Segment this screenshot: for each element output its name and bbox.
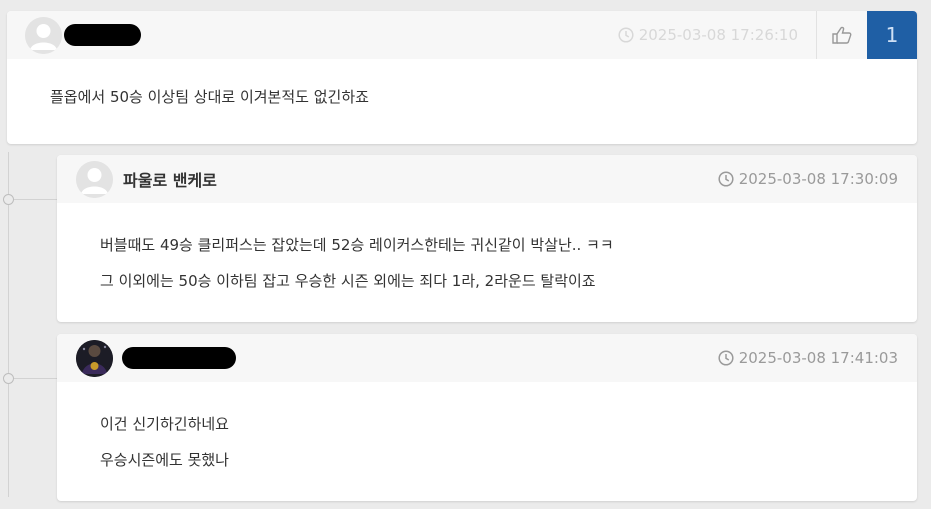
comment-timestamp: 2025-03-08 17:26:10 [618, 11, 798, 59]
user-avatar-icon[interactable] [25, 16, 62, 54]
thread-node [3, 194, 14, 205]
thumbs-up-icon [832, 26, 852, 44]
comment-line: 이건 신기하긴하네요 [100, 415, 229, 433]
comment-thread: 2025-03-08 17:26:10 1 플옵에서 50승 이상팀 상대로 이… [0, 0, 931, 509]
user-avatar-icon[interactable] [76, 160, 113, 198]
comment-header: 2025-03-08 17:41:03 [57, 334, 917, 382]
thread-branch [14, 199, 57, 200]
thread-node [3, 373, 14, 384]
comment-body: 플옵에서 50승 이상팀 상대로 이겨본적도 없긴하죠 [7, 59, 917, 115]
comment-timestamp: 2025-03-08 17:41:03 [718, 334, 898, 382]
comment-header: 파울로 밴케로 2025-03-08 17:30:09 [57, 155, 917, 203]
timestamp-text: 2025-03-08 17:30:09 [738, 170, 898, 188]
comment-header: 2025-03-08 17:26:10 1 [7, 11, 917, 59]
user-avatar-icon[interactable] [76, 339, 113, 377]
timestamp-text: 2025-03-08 17:26:10 [638, 26, 798, 44]
comment-body: 이건 신기하긴하네요 우승시즌에도 못했나 [57, 382, 917, 478]
thread-branch [14, 378, 57, 379]
timestamp-text: 2025-03-08 17:41:03 [738, 349, 898, 367]
comment-body: 버블때도 49승 클리퍼스는 잡았는데 52승 레이커스한테는 귀신같이 박살난… [57, 203, 917, 299]
comment-timestamp: 2025-03-08 17:30:09 [718, 155, 898, 203]
comment-line: 플옵에서 50승 이상팀 상대로 이겨본적도 없긴하죠 [50, 88, 369, 106]
like-button[interactable] [816, 11, 867, 59]
comment-line: 그 이외에는 50승 이하팀 잡고 우승한 시즌 외에는 죄다 1라, 2라운드… [100, 272, 596, 290]
comment-line: 버블때도 49승 클리퍼스는 잡았는데 52승 레이커스한테는 귀신같이 박살난… [100, 236, 614, 254]
clock-icon [718, 350, 734, 366]
clock-icon [718, 171, 734, 187]
clock-icon [618, 27, 634, 43]
redacted-author-name [122, 347, 236, 369]
reply-card: 2025-03-08 17:41:03 이건 신기하긴하네요 우승시즌에도 못했… [57, 334, 917, 501]
like-count-badge: 1 [867, 11, 917, 59]
comment-card: 2025-03-08 17:26:10 1 플옵에서 50승 이상팀 상대로 이… [7, 11, 917, 144]
redacted-author-name [64, 24, 141, 46]
reply-card: 파울로 밴케로 2025-03-08 17:30:09 버블때도 49승 클리퍼… [57, 155, 917, 322]
comment-line: 우승시즌에도 못했나 [100, 451, 229, 469]
author-name[interactable]: 파울로 밴케로 [123, 167, 217, 191]
